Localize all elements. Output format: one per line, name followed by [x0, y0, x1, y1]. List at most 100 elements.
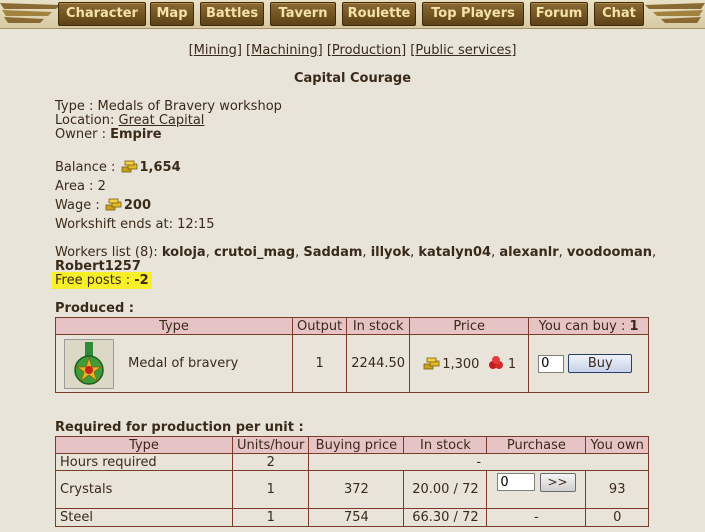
- type-label: Type :: [55, 99, 98, 114]
- req-own: 0: [585, 508, 649, 527]
- workshift-value: 12:15: [177, 217, 215, 232]
- gold-icon: [423, 357, 440, 370]
- building-location: Location: Great Capital: [55, 113, 204, 128]
- nav-chat-button[interactable]: Chat: [594, 2, 644, 26]
- req-stock: 66.30 / 72: [403, 508, 488, 527]
- table-row: Medal of bravery 1 2244.50 1,300 1 Buy: [55, 334, 649, 393]
- req-type: Steel: [55, 508, 233, 527]
- free-posts-value: -2: [134, 273, 149, 288]
- required-table: Type Units/hour Buying price In stock Pu…: [55, 436, 649, 527]
- location-link[interactable]: Great Capital: [119, 113, 205, 128]
- table-header-row: Type Units/hour Buying price In stock Pu…: [55, 436, 649, 454]
- type-value: Medals of Bravery workshop: [97, 99, 282, 114]
- col-purchase: Purchase: [486, 436, 587, 454]
- purchase-button[interactable]: >>: [539, 473, 576, 492]
- product-cell: Medal of bravery: [55, 334, 293, 393]
- submenu-mining-link[interactable]: Mining: [194, 43, 237, 58]
- stock-cell: 2244.50: [346, 334, 411, 393]
- gold-icon: [121, 160, 137, 173]
- req-stock: 20.00 / 72: [403, 470, 488, 509]
- price-gem: 1: [507, 357, 517, 372]
- worker-name[interactable]: crutoi_mag: [214, 245, 295, 260]
- purchase-quantity-input[interactable]: [497, 473, 536, 491]
- nav-tavern-button[interactable]: Tavern: [270, 2, 336, 26]
- nav-forum-button[interactable]: Forum: [530, 2, 588, 26]
- submenu-machining-link[interactable]: Machining: [251, 43, 318, 58]
- req-units: 2: [231, 453, 310, 471]
- worker-name[interactable]: katalyn04: [418, 245, 491, 260]
- area-label: Area :: [55, 179, 98, 194]
- workers-label: Workers list (8):: [55, 245, 162, 260]
- building-area: Area : 2: [55, 179, 106, 194]
- col-you-own: You own: [585, 436, 649, 454]
- req-price: 372: [308, 470, 405, 509]
- right-wing-ornament: [645, 3, 705, 23]
- submenu-public-services-link[interactable]: Public services: [415, 43, 511, 58]
- nav-roulette-button[interactable]: Roulette: [342, 2, 416, 26]
- gold-icon: [105, 198, 122, 211]
- buy-quantity-input[interactable]: [538, 354, 565, 373]
- owner-label: Owner :: [55, 127, 111, 142]
- balance-value: 1,654: [139, 160, 181, 175]
- worker-name[interactable]: alexanlr: [499, 245, 558, 260]
- left-wing-ornament: [0, 3, 60, 23]
- col-price: Price: [409, 317, 530, 335]
- top-nav-bar: Character Map Battles Tavern Roulette To…: [0, 0, 705, 29]
- owner-value: Empire: [110, 127, 162, 142]
- buy-button[interactable]: Buy: [568, 354, 633, 373]
- product-name: Medal of bravery: [128, 356, 239, 371]
- you-can-buy-value: 1: [629, 318, 639, 334]
- workshift-end: Workshift ends at: 12:15: [55, 217, 215, 232]
- location-label: Location:: [55, 113, 119, 128]
- worker-name[interactable]: voodooman: [567, 245, 652, 260]
- col-in-stock: In stock: [346, 317, 411, 335]
- table-row: Crystals 1 372 20.00 / 72 >> 93: [55, 470, 649, 509]
- worker-name[interactable]: illyok: [371, 245, 410, 260]
- building-owner: Owner : Empire: [55, 127, 162, 142]
- col-in-stock: In stock: [403, 436, 488, 454]
- produced-table: Type Output In stock Price You can buy :…: [55, 317, 649, 393]
- area-value: 2: [97, 179, 106, 194]
- you-can-buy-label: You can buy :: [538, 318, 630, 334]
- req-units: 1: [231, 470, 310, 509]
- req-purchase: -: [486, 508, 587, 527]
- col-output: Output: [291, 317, 348, 335]
- wage-label: Wage :: [55, 198, 104, 213]
- balance-label: Balance :: [55, 160, 120, 175]
- workshift-label: Workshift ends at:: [55, 217, 178, 232]
- worker-name[interactable]: Saddam: [303, 245, 362, 260]
- price-cell: 1,300 1: [409, 334, 530, 393]
- req-type: Hours required: [55, 453, 233, 471]
- price-gold: 1,300: [442, 357, 480, 372]
- col-units-hour: Units/hour: [231, 436, 310, 454]
- req-units: 1: [231, 508, 310, 527]
- building-type: Type : Medals of Bravery workshop: [55, 99, 282, 114]
- nav-character-button[interactable]: Character: [58, 2, 146, 26]
- buy-cell: Buy: [528, 334, 649, 393]
- medal-icon: [74, 341, 104, 385]
- col-buying-price: Buying price: [308, 436, 405, 454]
- col-type: Type: [55, 436, 233, 454]
- req-price: 754: [308, 508, 405, 527]
- medal-image[interactable]: [64, 338, 114, 389]
- building-balance: Balance : 1,654: [55, 160, 181, 175]
- free-posts-label: Free posts :: [55, 273, 135, 288]
- col-you-can-buy: You can buy : 1: [528, 317, 649, 335]
- req-own: 93: [585, 470, 649, 509]
- col-type: Type: [55, 317, 293, 335]
- worker-name[interactable]: koloja: [162, 245, 206, 260]
- req-purchase: >>: [486, 470, 587, 509]
- wage-value: 200: [123, 198, 152, 213]
- page-title: Capital Courage: [293, 71, 412, 86]
- nav-map-button[interactable]: Map: [150, 2, 194, 26]
- required-heading: Required for production per unit :: [55, 420, 304, 435]
- ruby-icon: [488, 356, 503, 369]
- nav-top-players-button[interactable]: Top Players: [422, 2, 524, 26]
- table-row: Steel 1 754 66.30 / 72 - 0: [55, 508, 649, 527]
- nav-battles-button[interactable]: Battles: [200, 2, 264, 26]
- building-wage: Wage : 200: [55, 198, 151, 213]
- produced-heading: Produced :: [55, 301, 134, 316]
- submenu-production-link[interactable]: Production: [332, 43, 401, 58]
- table-row: Hours required 2 -: [55, 453, 649, 471]
- workers-list: Workers list (8): koloja, crutoi_mag, Sa…: [55, 245, 657, 260]
